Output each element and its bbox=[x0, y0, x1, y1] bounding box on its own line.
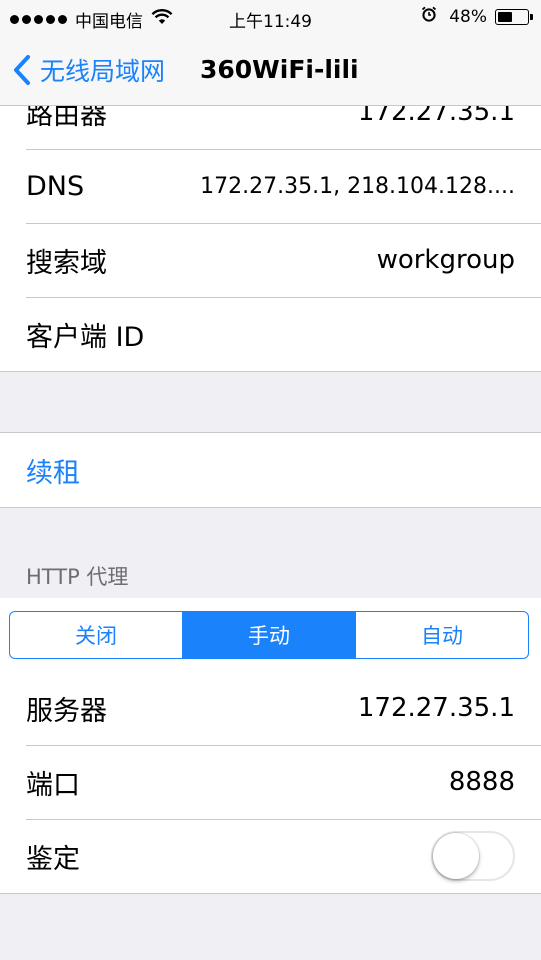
status-bar: 中国电信 上午11:49 48% bbox=[0, 0, 541, 36]
toggle-knob bbox=[433, 833, 479, 879]
server-label: 服务器 bbox=[26, 695, 107, 727]
segment-auto[interactable]: 自动 bbox=[355, 612, 528, 658]
search-domain-row: 搜索域 workgroup bbox=[0, 223, 541, 297]
renew-lease-label: 续租 bbox=[26, 457, 80, 489]
chevron-left-icon bbox=[14, 55, 30, 85]
authentication-toggle[interactable] bbox=[431, 831, 515, 881]
battery-percent: 48% bbox=[449, 6, 487, 27]
port-row[interactable]: 端口 8888 bbox=[0, 745, 541, 819]
search-domain-value: workgroup bbox=[376, 245, 515, 275]
proxy-details-group: 服务器 172.27.35.1 端口 8888 鉴定 bbox=[0, 671, 541, 894]
dns-label: DNS bbox=[26, 170, 85, 202]
client-id-row: 客户端 ID bbox=[0, 297, 541, 371]
proxy-mode-container: 关闭 手动 自动 bbox=[0, 598, 541, 671]
search-domain-label: 搜索域 bbox=[26, 247, 107, 279]
proxy-mode-segmented-control: 关闭 手动 自动 bbox=[9, 611, 529, 659]
renew-group: 续租 bbox=[0, 432, 541, 508]
back-label: 无线局域网 bbox=[40, 57, 166, 86]
authentication-row: 鉴定 bbox=[0, 819, 541, 893]
dns-row: DNS 172.27.35.1, 218.104.128.... bbox=[0, 149, 541, 223]
segment-manual[interactable]: 手动 bbox=[182, 612, 355, 658]
status-right: 48% bbox=[421, 6, 533, 27]
alarm-clock-icon bbox=[421, 6, 437, 27]
dns-value: 172.27.35.1, 218.104.128.... bbox=[200, 173, 515, 199]
renew-lease-button[interactable]: 续租 bbox=[0, 433, 541, 507]
server-value[interactable]: 172.27.35.1 bbox=[358, 693, 515, 723]
battery-icon bbox=[495, 8, 533, 25]
server-row[interactable]: 服务器 172.27.35.1 bbox=[0, 671, 541, 745]
ip-info-group: 路由器 172.27.35.1 DNS 172.27.35.1, 218.104… bbox=[0, 75, 541, 372]
back-button[interactable]: 无线局域网 bbox=[12, 52, 165, 88]
segment-off[interactable]: 关闭 bbox=[10, 612, 182, 658]
page-title: 360WiFi-lili bbox=[200, 55, 359, 84]
authentication-label: 鉴定 bbox=[26, 843, 80, 875]
http-proxy-header: HTTP 代理 bbox=[26, 565, 129, 589]
navigation-bar: 无线局域网 360WiFi-lili bbox=[0, 36, 541, 106]
client-id-label: 客户端 ID bbox=[26, 321, 145, 353]
port-label: 端口 bbox=[26, 769, 80, 801]
port-value[interactable]: 8888 bbox=[449, 767, 515, 797]
